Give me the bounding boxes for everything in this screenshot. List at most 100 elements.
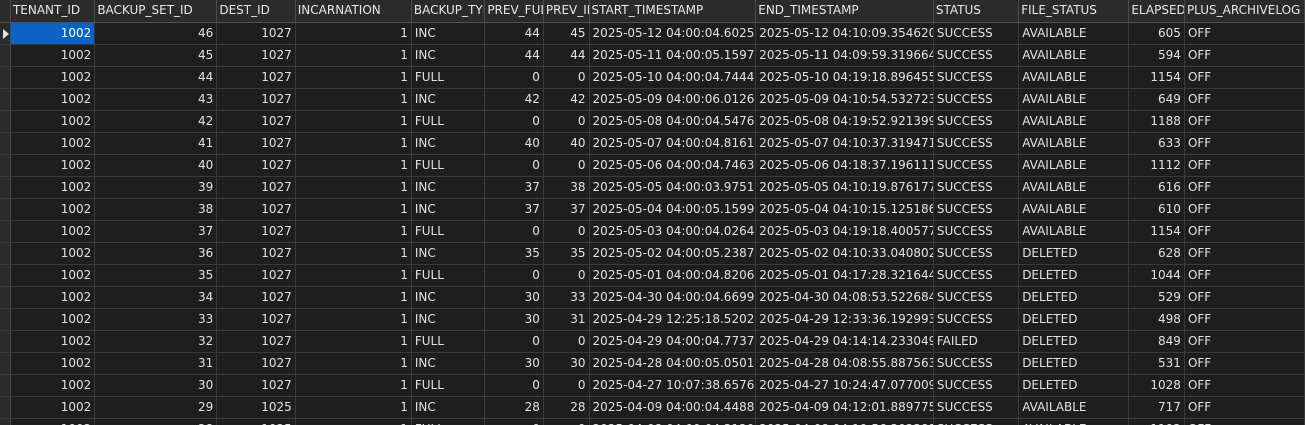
cell-tenant-id[interactable]: 1002 <box>10 243 96 265</box>
cell-file-status[interactable]: DELETED <box>1019 287 1130 309</box>
cell-end-timestamp[interactable]: 2025-05-03 04:19:18.400577 <box>756 221 934 243</box>
cell-backup-type[interactable]: INC <box>411 287 486 309</box>
table-row[interactable]: 1002 44 1027 1 FULL 0 0 2025-05-10 04:00:04.744… <box>0 67 1305 89</box>
header-corner[interactable] <box>0 0 11 22</box>
cell-status[interactable]: SUCCESS <box>933 133 1020 155</box>
cell-incarnation[interactable]: 1 <box>295 243 412 265</box>
cell-elapsed-seconds[interactable]: 529 <box>1129 287 1185 309</box>
cell-backup-type[interactable]: INC <box>411 89 486 111</box>
cell-status[interactable]: SUCCESS <box>933 67 1020 89</box>
cell-backup-set-id[interactable]: 43 <box>95 89 218 111</box>
row-header[interactable] <box>0 155 11 177</box>
cell-tenant-id[interactable]: 1002 <box>10 199 96 221</box>
cell-backup-set-id[interactable]: 37 <box>95 221 218 243</box>
cell-backup-type[interactable]: INC <box>411 397 486 419</box>
cell-status[interactable]: SUCCESS <box>933 375 1020 397</box>
cell-incarnation[interactable]: 1 <box>295 199 412 221</box>
cell-backup-type[interactable]: FULL <box>411 221 486 243</box>
cell-prev-inc-backup-set-id[interactable]: 30 <box>543 353 590 375</box>
cell-elapsed-seconds[interactable]: 594 <box>1129 45 1185 67</box>
cell-backup-set-id[interactable]: 39 <box>95 177 218 199</box>
cell-dest-id[interactable]: 1025 <box>217 397 296 419</box>
cell-plus-archivelog[interactable]: OFF <box>1184 331 1305 353</box>
cell-backup-set-id[interactable]: 42 <box>95 111 218 133</box>
cell-prev-full-backup-set-id[interactable]: 0 <box>485 265 544 287</box>
cell-incarnation[interactable]: 1 <box>295 177 412 199</box>
cell-tenant-id[interactable]: 1002 <box>10 287 96 309</box>
cell-elapsed-seconds[interactable]: 717 <box>1129 397 1185 419</box>
cell-elapsed-seconds[interactable]: 1028 <box>1129 375 1185 397</box>
cell-start-timestamp[interactable]: 2025-05-08 04:00:04.547634 <box>589 111 757 133</box>
cell-tenant-id[interactable]: 1002 <box>10 89 96 111</box>
cell-backup-set-id[interactable]: 28 <box>95 419 218 425</box>
cell-prev-inc-backup-set-id[interactable]: 35 <box>543 243 590 265</box>
column-header-incarnation[interactable]: INCARNATION <box>296 0 412 22</box>
row-header[interactable] <box>0 397 11 419</box>
row-header[interactable] <box>0 89 11 111</box>
cell-prev-inc-backup-set-id[interactable]: 28 <box>543 397 590 419</box>
cell-status[interactable]: SUCCESS <box>933 243 1020 265</box>
cell-plus-archivelog[interactable]: OFF <box>1184 353 1305 375</box>
cell-end-timestamp[interactable]: 2025-04-09 04:12:01.889775 <box>756 397 934 419</box>
cell-prev-full-backup-set-id[interactable]: 35 <box>485 243 544 265</box>
cell-prev-full-backup-set-id[interactable]: 37 <box>485 199 544 221</box>
row-header[interactable] <box>0 221 11 243</box>
table-row[interactable]: 1002 39 1027 1 INC 37 38 2025-05-05 04:00:03.97… <box>0 177 1305 199</box>
cell-prev-full-backup-set-id[interactable]: 30 <box>485 309 544 331</box>
cell-end-timestamp[interactable]: 2025-05-09 04:10:54.532723 <box>756 89 934 111</box>
cell-incarnation[interactable]: 1 <box>295 133 412 155</box>
cell-prev-inc-backup-set-id[interactable]: 0 <box>543 67 590 89</box>
cell-file-status[interactable]: AVAILABLE <box>1019 199 1130 221</box>
cell-end-timestamp[interactable]: 2025-05-04 04:10:15.125186 <box>756 199 934 221</box>
column-header-tenant-id[interactable]: TENANT_ID <box>11 0 96 22</box>
cell-tenant-id[interactable]: 1002 <box>10 45 96 67</box>
result-grid[interactable]: TENANT_ID BACKUP_SET_ID DEST_ID INCARNATION… <box>0 0 1305 425</box>
current-row-indicator-icon[interactable] <box>0 23 11 45</box>
cell-tenant-id[interactable]: 1002 <box>10 397 96 419</box>
column-header-start-timestamp[interactable]: START_TIMESTAMP <box>590 0 757 22</box>
table-row[interactable]: 1002 42 1027 1 FULL 0 0 2025-05-08 04:00:04.547… <box>0 111 1305 133</box>
cell-dest-id[interactable]: 1027 <box>217 133 296 155</box>
cell-backup-type[interactable]: INC <box>411 309 486 331</box>
cell-plus-archivelog[interactable]: OFF <box>1184 89 1305 111</box>
cell-plus-archivelog[interactable]: OFF <box>1184 111 1305 133</box>
cell-backup-type[interactable]: INC <box>411 23 486 45</box>
column-header-prev-full-backup-set-id[interactable]: PREV_FULL_BACKUP_SET_ID <box>485 0 544 22</box>
cell-backup-set-id[interactable]: 32 <box>95 331 218 353</box>
cell-status[interactable]: SUCCESS <box>933 45 1020 67</box>
cell-prev-inc-backup-set-id[interactable]: 33 <box>543 287 590 309</box>
cell-tenant-id[interactable]: 1002 <box>10 375 96 397</box>
table-row[interactable]: 1002 32 1027 1 FULL 0 0 2025-04-29 04:00:04.773… <box>0 331 1305 353</box>
cell-elapsed-seconds[interactable]: 616 <box>1129 177 1185 199</box>
cell-prev-inc-backup-set-id[interactable]: 0 <box>543 331 590 353</box>
cell-status[interactable]: SUCCESS <box>933 155 1020 177</box>
cell-tenant-id[interactable]: 1002 <box>10 309 96 331</box>
cell-status[interactable]: SUCCESS <box>933 111 1020 133</box>
cell-dest-id[interactable]: 1027 <box>217 199 296 221</box>
cell-end-timestamp[interactable]: 2025-05-07 04:10:37.319471 <box>756 133 934 155</box>
cell-backup-set-id[interactable]: 33 <box>95 309 218 331</box>
cell-start-timestamp[interactable]: 2025-05-10 04:00:04.744431 <box>589 67 757 89</box>
cell-incarnation[interactable]: 1 <box>296 419 412 425</box>
cell-backup-type[interactable]: INC <box>411 353 486 375</box>
cell-file-status[interactable]: AVAILABLE <box>1019 89 1130 111</box>
cell-file-status[interactable]: AVAILABLE <box>1019 133 1130 155</box>
cell-dest-id[interactable]: 1027 <box>217 265 296 287</box>
cell-dest-id[interactable]: 1027 <box>217 221 296 243</box>
cell-dest-id[interactable]: 1027 <box>217 331 296 353</box>
row-header[interactable] <box>0 45 11 67</box>
cell-backup-set-id[interactable]: 30 <box>95 375 218 397</box>
cell-tenant-id[interactable]: 1002 <box>10 177 96 199</box>
cell-incarnation[interactable]: 1 <box>295 287 412 309</box>
cell-backup-set-id[interactable]: 38 <box>95 199 218 221</box>
cell-prev-full-backup-set-id[interactable]: 0 <box>485 221 544 243</box>
cell-start-timestamp[interactable]: 2025-04-27 10:07:38.657605 <box>589 375 757 397</box>
cell-prev-full-backup-set-id[interactable]: 0 <box>485 375 544 397</box>
cell-prev-inc-backup-set-id[interactable]: 38 <box>543 177 590 199</box>
cell-start-timestamp[interactable]: 2025-04-30 04:00:04.669920 <box>589 287 757 309</box>
cell-end-timestamp[interactable]: 2025-04-29 04:14:14.233049 <box>756 331 934 353</box>
cell-start-timestamp[interactable]: 2025-05-03 04:00:04.026409 <box>589 221 757 243</box>
cell-file-status[interactable]: AVAILABLE <box>1019 221 1130 243</box>
column-header-dest-id[interactable]: DEST_ID <box>217 0 296 22</box>
row-header[interactable] <box>0 177 11 199</box>
